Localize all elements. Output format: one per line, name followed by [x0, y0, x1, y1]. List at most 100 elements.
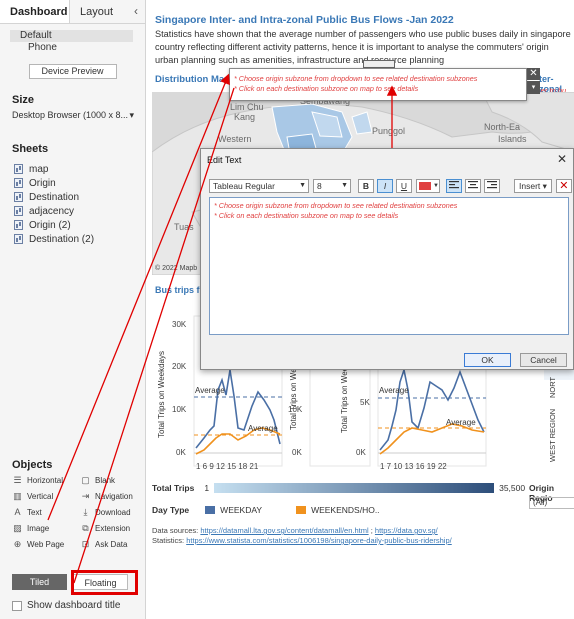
font-size-select[interactable]: 8 ▼ — [313, 179, 351, 193]
y-tick: 0K — [292, 448, 302, 457]
align-center-glyph — [468, 181, 478, 189]
object-label: Web Page — [27, 539, 65, 549]
sheets-section-title: Sheets — [12, 143, 49, 155]
sheet-item[interactable]: Destination (2) — [0, 232, 146, 246]
object-label: Ask Data — [95, 539, 128, 549]
more-options-icon[interactable]: ▾ — [527, 81, 540, 94]
bold-button[interactable]: B — [358, 179, 374, 193]
image-icon: ▨ — [13, 522, 22, 533]
map-label: North-Ea — [484, 122, 521, 132]
sources-prefix: Data sources: — [152, 526, 201, 535]
show-dashboard-title-option[interactable]: Show dashboard title — [12, 600, 120, 611]
font-family-select[interactable]: Tableau Regular ▼ — [209, 179, 309, 193]
objects-section-title: Objects — [12, 459, 53, 471]
web-page-icon: ⊕ — [13, 538, 22, 549]
sheet-item[interactable]: Destination — [0, 190, 146, 204]
device-phone[interactable]: Phone — [12, 42, 133, 54]
text-editor[interactable]: * Choose origin subzone from dropdown to… — [209, 197, 569, 335]
statistics-prefix: Statistics: — [152, 536, 187, 545]
weekday-swatch — [205, 506, 216, 514]
size-select[interactable]: Desktop Browser (1000 x 8... ▾ — [0, 106, 146, 125]
device-default[interactable]: Default — [10, 30, 133, 42]
object-item[interactable]: A Text — [12, 506, 80, 518]
clear-formatting-icon[interactable]: ✕ — [555, 179, 572, 193]
ok-button[interactable]: OK — [464, 353, 511, 367]
worksheet-icon — [14, 164, 23, 174]
color-gradient — [214, 483, 495, 493]
map-label: Islands — [498, 134, 527, 144]
sheet-label: Destination (2) — [29, 233, 95, 245]
sheet-item[interactable]: Origin — [0, 176, 146, 190]
dashboard-side-panel: Dashboard Layout ‹ Default Phone Device … — [0, 0, 146, 619]
total-trips-legend: Total Trips 1 35,500 — [152, 483, 525, 493]
dashboard-title: Singapore Inter- and Intra-zonal Public … — [155, 14, 454, 26]
object-item[interactable]: ⊡ Ask Data — [80, 538, 142, 550]
legend-item[interactable]: WEEKDAY — [220, 505, 262, 515]
move-handle[interactable] — [363, 60, 395, 68]
align-right-icon[interactable] — [484, 179, 500, 193]
sheet-item[interactable]: Origin (2) — [0, 218, 146, 232]
legend-item[interactable]: WEEKENDS/HO.. — [311, 505, 379, 515]
cancel-button[interactable]: Cancel — [520, 353, 567, 367]
data-sources: Data sources: https://datamall.lta.gov.s… — [152, 526, 452, 546]
data-gov-link[interactable]: https://data.gov.sg/ — [375, 526, 438, 535]
x-ticks: 1 7 10 13 16 19 22 — [380, 462, 447, 471]
chevron-down-icon: ▾ — [129, 110, 134, 120]
object-label: Download — [95, 507, 131, 517]
sheet-item[interactable]: map — [0, 162, 146, 176]
object-item[interactable]: ⤓ Download — [80, 506, 142, 518]
close-icon[interactable]: ✕ — [557, 152, 567, 166]
show-title-checkbox[interactable] — [12, 600, 22, 611]
average-label: Average — [379, 386, 409, 395]
y-tick: 20K — [172, 362, 187, 371]
map-label: Kang — [234, 112, 256, 122]
weekend-swatch — [296, 506, 307, 514]
device-preview-button[interactable]: Device Preview — [28, 64, 117, 79]
description-line: country reflecting different activity pa… — [155, 42, 549, 52]
collapse-panel-icon[interactable]: ‹ — [128, 0, 144, 23]
y-axis-label: Total Trips on Week — [289, 359, 298, 430]
chevron-down-icon: ▼ — [341, 182, 348, 189]
object-item[interactable]: ⧉ Extension — [80, 522, 142, 534]
map-label: Western — [218, 134, 252, 144]
worksheet-icon — [14, 192, 23, 202]
selected-text-object[interactable]: * Choose origin subzone from dropdown to… — [229, 68, 527, 101]
object-item[interactable]: ▨ Image — [12, 522, 80, 534]
region-label: WEST REGION — [548, 408, 557, 462]
y-axis-label: Total Trips on Week — [340, 362, 349, 433]
horizontal-icon: ☰ — [13, 474, 22, 485]
object-label: Vertical — [27, 491, 54, 501]
object-item[interactable]: ☰ Horizontal — [12, 474, 80, 486]
chevron-down-icon: ▼ — [433, 183, 439, 189]
map-label: Punggol — [372, 126, 406, 136]
object-item[interactable]: ▢ Blank — [80, 474, 142, 486]
object-item[interactable]: ▥ Vertical — [12, 490, 80, 502]
object-item[interactable]: ⊕ Web Page — [12, 538, 80, 550]
size-section-title: Size — [12, 94, 35, 106]
align-center-icon[interactable] — [465, 179, 481, 193]
italic-button[interactable]: I — [377, 179, 393, 193]
statista-link[interactable]: https://www.statista.com/statistics/1006… — [186, 536, 452, 545]
object-label: Extension — [95, 523, 131, 533]
object-item[interactable]: ⇥ Navigation — [80, 490, 142, 502]
insert-button[interactable]: Insert ▾ — [514, 179, 552, 193]
remove-object-icon[interactable]: ✕ — [527, 68, 540, 80]
align-left-icon[interactable] — [446, 179, 462, 193]
callout-line: * Click on each destination subzone on m… — [234, 84, 419, 93]
tiled-button[interactable]: Tiled — [12, 574, 67, 590]
color-swatch — [419, 182, 431, 190]
text-color-button[interactable]: ▼ — [416, 179, 440, 193]
datamall-link[interactable]: https://datamall.lta.gov.sg/content/data… — [200, 526, 368, 535]
origin-region-dropdown[interactable]: (All) — [529, 497, 574, 509]
region-label: NORT — [548, 376, 557, 398]
vertical-icon: ▥ — [13, 490, 22, 501]
underline-button[interactable]: U — [396, 179, 412, 193]
ask-data-icon: ⊡ — [81, 538, 90, 549]
sheet-item[interactable]: adjacency — [0, 204, 146, 218]
y-tick: 10K — [172, 405, 187, 414]
tab-layout[interactable]: Layout — [70, 0, 128, 23]
download-icon: ⤓ — [83, 506, 88, 517]
callout-line: * Choose origin subzone from dropdown to… — [234, 74, 478, 83]
tab-dashboard[interactable]: Dashboard — [0, 0, 70, 23]
floating-highlight-box — [71, 570, 138, 595]
